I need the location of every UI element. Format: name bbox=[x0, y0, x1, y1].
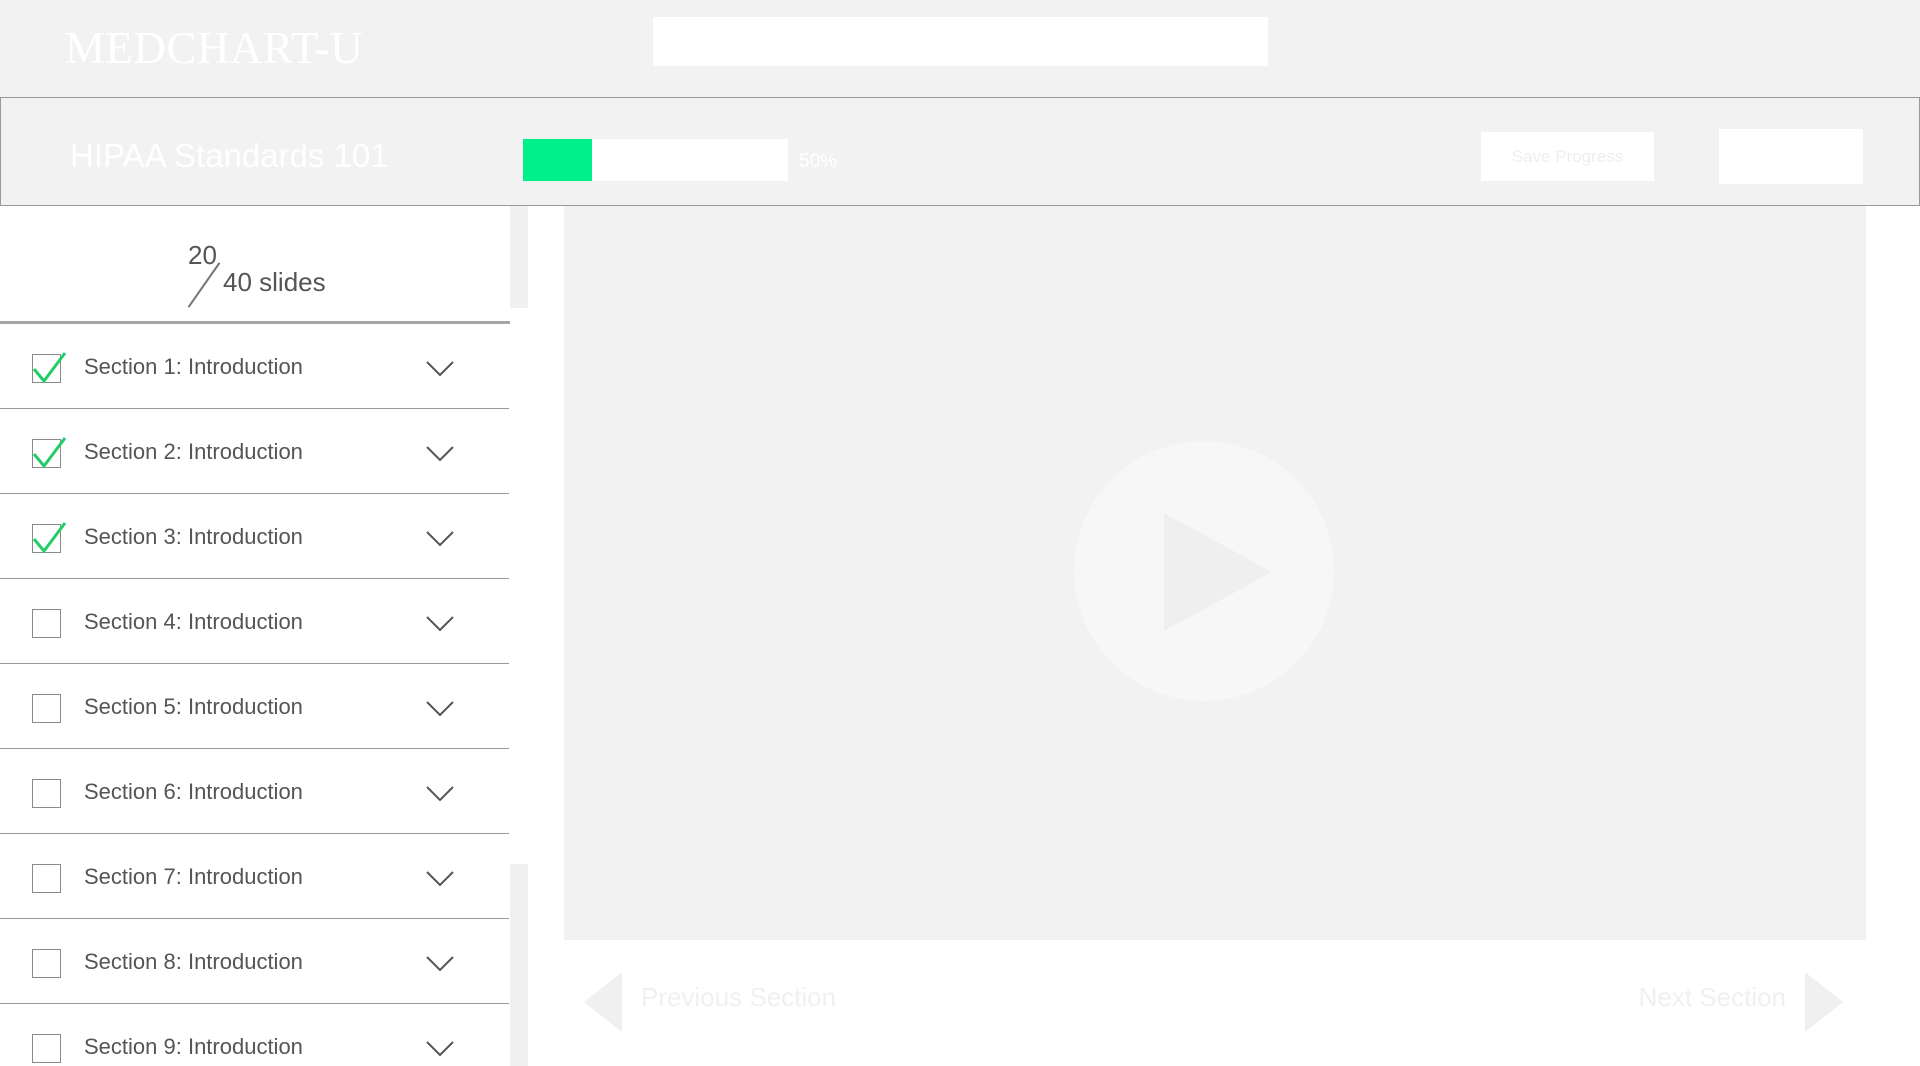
section-label: Section 4: Introduction bbox=[84, 609, 303, 634]
course-title: HIPAA Standards 101 bbox=[70, 137, 389, 174]
search-input[interactable] bbox=[653, 17, 1268, 66]
section-checkbox[interactable] bbox=[32, 1034, 61, 1063]
header-action-button[interactable] bbox=[1719, 129, 1863, 184]
section-checkbox[interactable] bbox=[32, 694, 61, 723]
section-checkbox[interactable] bbox=[32, 522, 67, 554]
checkmark-icon bbox=[32, 352, 67, 384]
chevron-down-icon[interactable] bbox=[426, 785, 454, 808]
slide-current: 20 bbox=[188, 240, 217, 270]
section-checkbox[interactable] bbox=[32, 609, 61, 638]
sidebar-scrollbar-thumb[interactable] bbox=[510, 308, 528, 864]
save-progress-button[interactable]: Save Progress bbox=[1481, 132, 1654, 181]
section-item[interactable]: Section 9: Introduction bbox=[0, 1004, 509, 1066]
section-checkbox[interactable] bbox=[32, 864, 61, 893]
section-label: Section 2: Introduction bbox=[84, 439, 303, 464]
section-checkbox[interactable] bbox=[32, 437, 67, 469]
section-checkbox[interactable] bbox=[32, 779, 61, 808]
progress-bar bbox=[523, 139, 788, 181]
section-checkbox[interactable] bbox=[32, 352, 67, 384]
section-list: Section 1: Introduction Section 2: Introd… bbox=[0, 324, 509, 1066]
section-item[interactable]: Section 7: Introduction bbox=[0, 834, 509, 919]
previous-section-button[interactable]: Previous Section bbox=[582, 970, 842, 1034]
previous-section-label: Previous Section bbox=[641, 982, 837, 1012]
checkmark-icon bbox=[32, 522, 67, 554]
play-icon bbox=[1164, 513, 1272, 631]
course-header: HIPAA Standards 101 50% Save Progress bbox=[0, 97, 1920, 206]
progress-bar-fill bbox=[523, 139, 592, 181]
chevron-down-icon[interactable] bbox=[426, 360, 454, 383]
section-label: Section 9: Introduction bbox=[84, 1034, 303, 1059]
video-player[interactable] bbox=[564, 206, 1866, 940]
section-item[interactable]: Section 6: Introduction bbox=[0, 749, 509, 834]
arrow-right-icon bbox=[1805, 972, 1843, 1032]
section-item[interactable]: Section 3: Introduction bbox=[0, 494, 509, 579]
next-section-button[interactable]: Next Section bbox=[1638, 970, 1845, 1034]
section-item[interactable]: Section 5: Introduction bbox=[0, 664, 509, 749]
slide-counter: 20 40 slides bbox=[0, 206, 511, 324]
app-logo[interactable]: MEDCHART-U bbox=[65, 22, 363, 74]
section-label: Section 7: Introduction bbox=[84, 864, 303, 889]
top-bar: MEDCHART-U bbox=[0, 0, 1920, 97]
section-label: Section 5: Introduction bbox=[84, 694, 303, 719]
section-label: Section 6: Introduction bbox=[84, 779, 303, 804]
section-checkbox[interactable] bbox=[32, 949, 61, 978]
checkmark-icon bbox=[32, 437, 67, 469]
section-item[interactable]: Section 4: Introduction bbox=[0, 579, 509, 664]
chevron-down-icon[interactable] bbox=[426, 955, 454, 978]
play-button[interactable] bbox=[1074, 441, 1334, 701]
arrow-left-icon bbox=[584, 972, 622, 1032]
section-label: Section 1: Introduction bbox=[84, 354, 303, 379]
chevron-down-icon[interactable] bbox=[426, 870, 454, 893]
slide-total: 40 slides bbox=[223, 267, 326, 297]
chevron-down-icon[interactable] bbox=[426, 445, 454, 468]
chevron-down-icon[interactable] bbox=[426, 700, 454, 723]
section-item[interactable]: Section 8: Introduction bbox=[0, 919, 509, 1004]
chevron-down-icon[interactable] bbox=[426, 530, 454, 553]
section-item[interactable]: Section 2: Introduction bbox=[0, 409, 509, 494]
section-label: Section 3: Introduction bbox=[84, 524, 303, 549]
next-section-label: Next Section bbox=[1638, 982, 1786, 1012]
chevron-down-icon[interactable] bbox=[426, 1040, 454, 1063]
section-label: Section 8: Introduction bbox=[84, 949, 303, 974]
section-item[interactable]: Section 1: Introduction bbox=[0, 324, 509, 409]
section-sidebar: 20 40 slides Section 1: Introduction Sect… bbox=[0, 206, 511, 1066]
progress-percent: 50% bbox=[799, 151, 838, 172]
sidebar-scrollbar[interactable] bbox=[510, 206, 528, 1066]
chevron-down-icon[interactable] bbox=[426, 615, 454, 638]
